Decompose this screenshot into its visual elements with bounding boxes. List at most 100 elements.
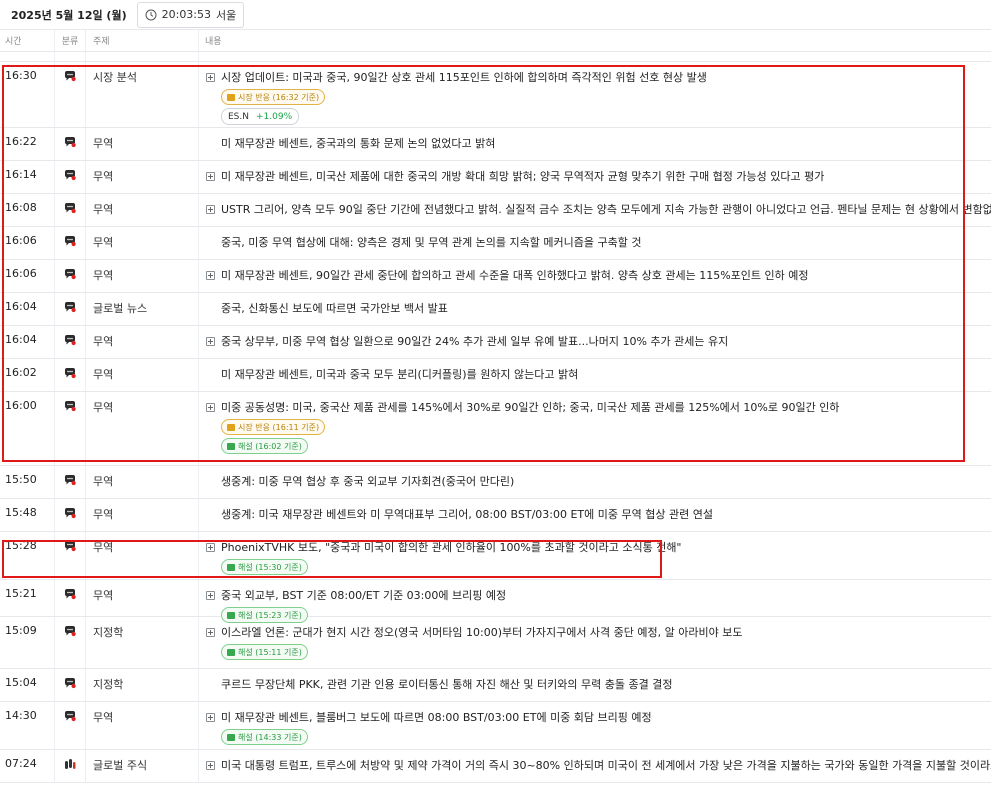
headline-text: 미중 공동성명: 미국, 중국산 제품 관세를 145%에서 30%로 90일간… (221, 401, 840, 414)
expand-icon[interactable] (206, 402, 215, 412)
market-reaction-badge[interactable]: 시장 반응 (16:11 기준) (221, 419, 326, 435)
row-topic: 글로벌 주식 (86, 750, 199, 782)
news-headline[interactable]: 이스라엘 언론: 군대가 현지 시간 정오(영국 서머타임 10:00)부터 가… (206, 624, 742, 640)
news-headline[interactable]: USTR 그리어, 양측 모두 90일 중단 기간에 전념했다고 밝혀. 실질적… (206, 201, 991, 217)
expand-icon[interactable] (206, 171, 215, 181)
headline-text: 미 재무장관 베센트, 중국과의 통화 문제 논의 없었다고 밝혀 (221, 137, 496, 150)
table-row[interactable]: 16:08 무역 USTR 그리어, 양측 모두 90일 중단 기간에 전념했다고 … (0, 194, 991, 227)
row-time: 16:22 (0, 128, 55, 160)
interpretation-badge[interactable]: 해설 (16:02 기준) (221, 438, 308, 454)
expand-icon[interactable] (206, 590, 215, 600)
row-topic: 지정학 (86, 617, 199, 668)
table-row[interactable]: 16:22 무역 미 재무장관 베센트, 중국과의 통화 문제 논의 없었다고 밝혀 (0, 128, 991, 161)
interpretation-badge[interactable]: 해설 (15:30 기준) (221, 559, 308, 575)
expand-icon[interactable] (206, 270, 215, 280)
row-time: 14:30 (0, 702, 55, 749)
news-headline[interactable]: 미 재무장관 베센트, 90일간 관세 중단에 합의하고 관세 수준을 대폭 인… (206, 267, 809, 283)
expand-icon[interactable] (206, 627, 215, 637)
row-content: 중국, 미중 무역 협상에 대해: 양측은 경제 및 무역 관계 논의를 지속할… (199, 227, 991, 259)
table-spacer (0, 52, 991, 62)
news-headline[interactable]: 생중계: 미국 재무장관 베센트와 미 무역대표부 그리어, 08:00 BST… (206, 506, 713, 522)
row-time: 16:14 (0, 161, 55, 193)
badge-group: 시장 반응 (16:11 기준) 해설 (16:02 기준) (221, 419, 326, 454)
news-headline[interactable]: 미중 공동성명: 미국, 중국산 제품 관세를 145%에서 30%로 90일간… (206, 399, 839, 415)
news-headline[interactable]: 미 재무장관 베센트, 미국산 제품에 대한 중국의 개방 확대 희망 밝혀; … (206, 168, 824, 184)
chat-alert-icon (65, 236, 76, 247)
news-headline[interactable]: 중국 상무부, 미중 무역 협상 일환으로 90일간 24% 추가 관세 일부 … (206, 333, 728, 349)
news-headline[interactable]: 중국, 미중 무역 협상에 대해: 양측은 경제 및 무역 관계 논의를 지속할… (206, 234, 641, 250)
news-headline[interactable]: 중국 외교부, BST 기준 08:00/ET 기준 03:00에 브리핑 예정 (206, 587, 506, 603)
ticker-badge[interactable]: ES.N +1.09% (221, 108, 300, 125)
expand-icon[interactable] (206, 336, 215, 346)
row-time: 16:06 (0, 260, 55, 292)
news-headline[interactable]: 미국 대통령 트럼프, 트루스에 처방약 및 제약 가격이 거의 즉시 30~8… (206, 757, 991, 773)
row-content: 미국 대통령 트럼프, 트루스에 처방약 및 제약 가격이 거의 즉시 30~8… (199, 750, 991, 782)
table-row[interactable]: 16:04 무역 중국 상무부, 미중 무역 협상 일환으로 90일간 24% 추가… (0, 326, 991, 359)
table-row[interactable]: 16:06 무역 미 재무장관 베센트, 90일간 관세 중단에 합의하고 관세 수… (0, 260, 991, 293)
headline-text: 생중계: 미국 재무장관 베센트와 미 무역대표부 그리어, 08:00 BST… (221, 508, 713, 521)
table-row[interactable]: 16:14 무역 미 재무장관 베센트, 미국산 제품에 대한 중국의 개방 확대 … (0, 161, 991, 194)
table-row[interactable]: 16:06 무역 중국, 미중 무역 협상에 대해: 양측은 경제 및 무역 관계 … (0, 227, 991, 260)
row-topic: 시장 분석 (86, 62, 199, 127)
table-row[interactable]: 15:04 지정학 쿠르드 무장단체 PKK, 관련 기관 인용 로이터통신 통해 … (0, 669, 991, 702)
chat-alert-icon (65, 269, 76, 280)
market-reaction-badge[interactable]: 시장 반응 (16:32 기준) (221, 89, 326, 105)
news-headline[interactable]: 미 재무장관 베센트, 미국과 중국 모두 분리(디커플링)를 원하지 않는다고… (206, 366, 578, 382)
news-headline[interactable]: 중국, 신화통신 보도에 따르면 국가안보 백서 발표 (206, 300, 448, 316)
expand-icon[interactable] (206, 712, 215, 722)
clock-city: 서울 (216, 8, 237, 22)
table-row[interactable]: 14:30 무역 미 재무장관 베센트, 블룸버그 보도에 따르면 08:00 BS… (0, 702, 991, 750)
table-row[interactable]: 16:30 시장 분석 시장 업데이트: 미국과 중국, 90일간 상호 관세 11… (0, 62, 991, 128)
headline-text: 중국, 미중 무역 협상에 대해: 양측은 경제 및 무역 관계 논의를 지속할… (221, 236, 642, 249)
interpretation-badge[interactable]: 해설 (14:33 기준) (221, 729, 308, 745)
comment-icon (227, 648, 235, 656)
table-row[interactable]: 15:09 지정학 이스라엘 언론: 군대가 현지 시간 정오(영국 서머타임 10… (0, 617, 991, 669)
row-category (55, 750, 86, 782)
news-headline[interactable]: 시장 업데이트: 미국과 중국, 90일간 상호 관세 115포인트 인하에 합… (206, 69, 707, 85)
table-row[interactable]: 15:28 무역 PhoenixTVHK 보도, "중국과 미국이 합의한 관세 인… (0, 532, 991, 580)
expand-icon[interactable] (206, 542, 215, 552)
row-topic: 지정학 (86, 669, 199, 701)
row-content: 미 재무장관 베센트, 중국과의 통화 문제 논의 없었다고 밝혀 (199, 128, 991, 160)
row-category (55, 293, 86, 325)
row-content: 시장 업데이트: 미국과 중국, 90일간 상호 관세 115포인트 인하에 합… (199, 62, 991, 127)
row-content: 미 재무장관 베센트, 미국산 제품에 대한 중국의 개방 확대 희망 밝혀; … (199, 161, 991, 193)
row-category (55, 227, 86, 259)
clock-icon (145, 9, 157, 20)
news-headline[interactable]: 쿠르드 무장단체 PKK, 관련 기관 인용 로이터통신 통해 자진 해산 및 … (206, 676, 672, 692)
badge-group: 해설 (14:33 기준) (221, 729, 308, 745)
interpretation-label: 해설 (16:02 기준) (238, 441, 302, 451)
table-row[interactable]: 07:24 글로벌 주식 미국 대통령 트럼프, 트루스에 처방약 및 제약 가격이… (0, 750, 991, 783)
chat-alert-icon (65, 626, 76, 637)
chat-alert-icon (65, 678, 76, 689)
table-row[interactable]: 15:50 무역 생중계: 미중 무역 협상 후 중국 외교부 기자회견(중국어 만… (0, 466, 991, 499)
expand-icon[interactable] (206, 760, 215, 770)
ticker-change: +1.09% (256, 111, 293, 122)
comment-icon (227, 563, 235, 571)
row-time: 15:48 (0, 499, 55, 531)
row-category (55, 62, 86, 127)
expand-icon[interactable] (206, 204, 215, 214)
table-row[interactable]: 15:21 무역 중국 외교부, BST 기준 08:00/ET 기준 03:00에… (0, 580, 991, 623)
badge-group: 해설 (15:11 기준) (221, 644, 308, 660)
news-headline[interactable]: PhoenixTVHK 보도, "중국과 미국이 합의한 관세 인하율이 100… (206, 539, 682, 555)
expand-icon[interactable] (206, 72, 215, 82)
col-topic-header: 주제 (86, 30, 199, 51)
comment-icon (227, 611, 235, 619)
table-row[interactable]: 16:04 글로벌 뉴스 중국, 신화통신 보도에 따르면 국가안보 백서 발표 (0, 293, 991, 326)
news-headline[interactable]: 생중계: 미중 무역 협상 후 중국 외교부 기자회견(중국어 만다린) (206, 473, 514, 489)
interpretation-badge[interactable]: 해설 (15:11 기준) (221, 644, 308, 660)
badge-group: 해설 (15:30 기준) (221, 559, 308, 575)
news-headline[interactable]: 미 재무장관 베센트, 블룸버그 보도에 따르면 08:00 BST/03:00… (206, 709, 652, 725)
row-content: 중국 외교부, BST 기준 08:00/ET 기준 03:00에 브리핑 예정… (199, 580, 991, 623)
headline-text: 쿠르드 무장단체 PKK, 관련 기관 인용 로이터통신 통해 자진 해산 및 … (221, 678, 673, 691)
chat-alert-icon (65, 589, 76, 600)
row-category (55, 392, 86, 465)
row-content: PhoenixTVHK 보도, "중국과 미국이 합의한 관세 인하율이 100… (199, 532, 991, 579)
table-row[interactable]: 15:48 무역 생중계: 미국 재무장관 베센트와 미 무역대표부 그리어, 08… (0, 499, 991, 532)
table-row[interactable]: 16:00 무역 미중 공동성명: 미국, 중국산 제품 관세를 145%에서 30… (0, 392, 991, 466)
news-headline[interactable]: 미 재무장관 베센트, 중국과의 통화 문제 논의 없었다고 밝혀 (206, 135, 495, 151)
table-row[interactable]: 16:02 무역 미 재무장관 베센트, 미국과 중국 모두 분리(디커플링)를 원… (0, 359, 991, 392)
headline-text: 이스라엘 언론: 군대가 현지 시간 정오(영국 서머타임 10:00)부터 가… (221, 626, 743, 639)
clock-box[interactable]: 20:03:53 서울 (136, 1, 245, 28)
